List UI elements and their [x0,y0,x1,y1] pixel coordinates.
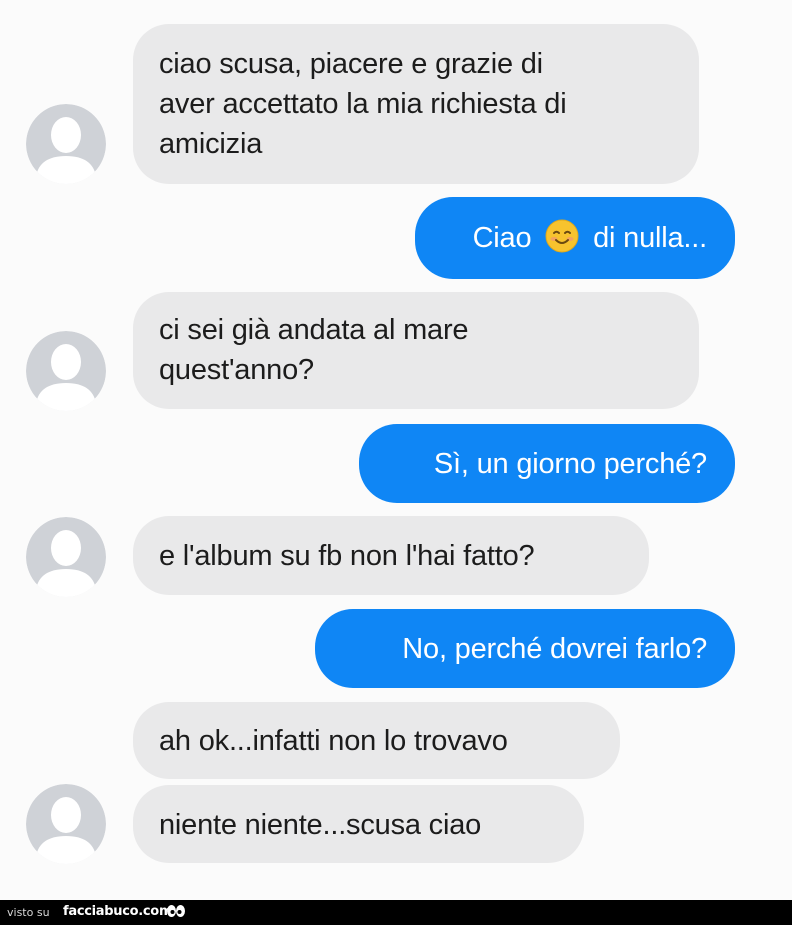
default-profile-avatar-icon[interactable] [26,331,106,411]
message-line: amicizia [159,128,263,160]
incoming-message: ciao scusa, piacere e grazie di aver acc… [133,24,699,184]
message-text: niente niente...scusa ciao [159,809,482,841]
message-text: No, perché dovrei farlo? [402,633,707,665]
smiling-face-emoji [545,219,579,253]
default-profile-avatar-icon[interactable] [26,517,106,597]
outgoing-message: No, perché dovrei farlo? [315,609,735,688]
incoming-message: e l'album su fb non l'hai fatto? [133,516,649,595]
incoming-message: niente niente...scusa ciao [133,785,584,863]
footer-visto-text: visto su [7,906,50,919]
incoming-message: ah ok...infatti non lo trovavo [133,702,620,779]
outgoing-message: Sì, un giorno perché? [359,424,735,503]
message-text: ah ok...infatti non lo trovavo [159,725,508,757]
message-line: quest'anno? [159,354,314,386]
chat-thread: ciao scusa, piacere e grazie di aver acc… [0,0,792,900]
message-text: Sì, un giorno perché? [433,448,707,480]
incoming-message: ci sei già andata al mare quest'anno? [133,292,699,409]
message-line: ciao scusa, piacere e grazie di [159,48,543,80]
default-profile-avatar-icon[interactable] [26,104,106,184]
default-profile-avatar-icon[interactable] [26,784,106,864]
message-text: e l'album su fb non l'hai fatto? [159,540,535,572]
message-text: Ciao [472,222,532,254]
footer-brand-link[interactable]: facciabuco.com [63,904,173,919]
outgoing-message: Ciao di nulla... [415,197,735,279]
eyes-logo-icon [166,903,186,925]
message-line: aver accettato la mia richiesta di [159,88,567,120]
message-line: ci sei già andata al mare [159,314,469,346]
message-text: di nulla... [593,222,707,254]
watermark-footer: visto su facciabuco.com [0,900,792,925]
